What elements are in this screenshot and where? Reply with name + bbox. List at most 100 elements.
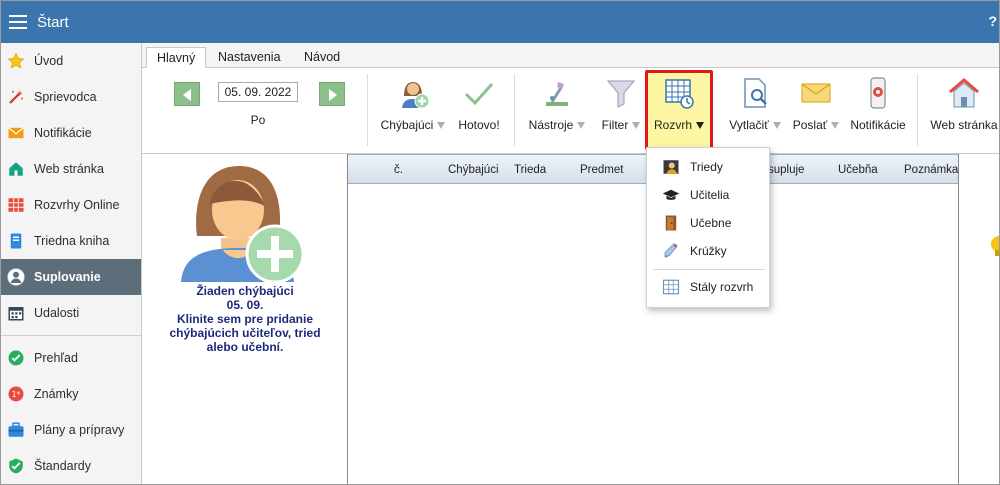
club-icon [662, 242, 680, 260]
vytlacit-label: Vytlačiť [729, 118, 769, 132]
notifikacie-label: Notifikácie [850, 118, 906, 132]
hotovo-button[interactable]: Hotovo! [456, 74, 502, 148]
menu-item-ucebne[interactable]: Učebne [647, 209, 769, 237]
sidebar-item-label: Prehľad [34, 351, 78, 365]
date-input[interactable] [218, 82, 298, 102]
sidebar-item-notifikacie[interactable]: Notifikácie [1, 115, 141, 151]
right-panel [959, 154, 999, 484]
column-header[interactable]: Predmet [580, 164, 623, 176]
column-header[interactable]: Trieda [514, 164, 546, 176]
chevron-down-icon[interactable] [772, 122, 781, 130]
menu-divider [653, 269, 765, 270]
menu-item-staly-rozvrh[interactable]: Stály rozvrh [647, 273, 769, 301]
empty-state-date: 05. 09. [226, 298, 264, 312]
add-user-icon [396, 76, 430, 110]
chevron-down-icon[interactable] [696, 122, 704, 130]
sidebar-item-plany[interactable]: Plány a prípravy [1, 412, 141, 448]
print-preview-icon [738, 76, 772, 110]
menu-item-label: Učitelia [690, 188, 730, 202]
envelope-icon [7, 124, 25, 142]
empty-state-hint: chýbajúcich učiteľov, tried [169, 326, 321, 340]
svg-text:1*: 1* [12, 390, 21, 399]
menu-item-label: Učebne [690, 216, 732, 230]
title-bar: Štart ? [1, 1, 999, 43]
app-title: Štart [37, 13, 69, 31]
ribbon-divider [367, 74, 368, 146]
mobile-notification-icon [861, 76, 895, 110]
column-header[interactable]: Poznámka [904, 164, 958, 176]
chevron-down-icon[interactable] [831, 122, 840, 130]
column-header[interactable]: Učebňa [838, 164, 878, 176]
nastroje-button[interactable]: Nástroje [525, 74, 589, 148]
column-header[interactable]: Chýbajúci [448, 164, 499, 176]
previous-day-button[interactable] [174, 82, 200, 106]
column-header[interactable]: č. [394, 164, 403, 176]
tab-hlavny[interactable]: Hlavný [146, 47, 207, 68]
briefcase-icon [7, 421, 25, 439]
sidebar-item-triedna-kniha[interactable]: Triedna kniha [1, 223, 141, 259]
nastroje-label: Nástroje [528, 118, 574, 132]
sidebar-item-standardy[interactable]: Štandardy [1, 448, 141, 484]
poslat-button[interactable]: Poslať [789, 74, 843, 148]
chybajuci-button[interactable]: Chýbajúci [378, 74, 448, 148]
chevron-down-icon[interactable] [577, 122, 586, 130]
sidebar-item-label: Rozvrhy Online [34, 198, 120, 212]
user-icon [7, 268, 25, 286]
sidebar-item-sprievodca[interactable]: Sprievodca [1, 79, 141, 115]
chevron-down-icon[interactable] [437, 122, 446, 130]
rozvrh-label: Rozvrh [653, 118, 692, 132]
sidebar-item-web-stranka[interactable]: Web stránka [1, 151, 141, 187]
sidebar-item-rozvrhy-online[interactable]: Rozvrhy Online [1, 187, 141, 223]
menu-item-label: Krúžky [690, 244, 727, 258]
sidebar-item-label: Sprievodca [34, 90, 97, 104]
menu-icon[interactable] [9, 15, 27, 29]
chevron-down-icon[interactable] [632, 122, 641, 130]
next-day-button[interactable] [319, 82, 345, 106]
class-icon [662, 158, 680, 176]
sidebar-item-prehlad[interactable]: Prehľad [1, 340, 141, 376]
add-missing-avatar-icon[interactable] [179, 158, 307, 284]
sidebar-item-suplovanie[interactable]: Suplovanie [1, 259, 141, 295]
menu-item-triedy[interactable]: Triedy [647, 153, 769, 181]
rozvrh-dropdown-menu: Triedy Učitelia Učebne Krúžky Stály rozv… [646, 147, 770, 308]
rozvrh-button[interactable]: Rozvrh [645, 70, 713, 150]
tab-nastavenia[interactable]: Nastavenia [208, 47, 291, 68]
sidebar-item-udalosti[interactable]: Udalosti [1, 295, 141, 331]
help-icon[interactable]: ? [988, 13, 997, 29]
filter-button[interactable]: Filter [595, 74, 647, 148]
book-icon [7, 232, 25, 250]
ribbon: Po Chýbajúci Hotovo! Nástroje [142, 68, 999, 154]
sidebar-item-label: Web stránka [34, 162, 104, 176]
day-label: Po [250, 113, 266, 127]
home-icon [947, 76, 981, 110]
sidebar-item-uvod[interactable]: Úvod [1, 43, 141, 79]
notifikacie-button[interactable]: Notifikácie [848, 74, 908, 148]
lightbulb-icon[interactable] [987, 236, 999, 263]
star-icon [7, 52, 25, 70]
sidebar-item-znamky[interactable]: 1* Známky [1, 376, 141, 412]
ribbon-divider [514, 74, 515, 146]
web-stranka-button[interactable]: Web stránka [929, 74, 999, 148]
tab-navod[interactable]: Návod [294, 47, 350, 68]
timetable-icon [7, 196, 25, 214]
menu-item-ucitelia[interactable]: Učitelia [647, 181, 769, 209]
app-window: Štart ? Úvod Sprievodca Notifikácie Web … [0, 0, 1000, 485]
vytlacit-button[interactable]: Vytlačiť [726, 74, 784, 148]
ribbon-divider [917, 74, 918, 146]
home-icon [7, 160, 25, 178]
sidebar-divider [1, 335, 141, 336]
chybajuci-label: Chýbajúci [380, 118, 434, 132]
menu-item-kruzky[interactable]: Krúžky [647, 237, 769, 265]
envelope-icon [799, 76, 833, 110]
empty-state-hint: Klinite sem pre pridanie [176, 312, 314, 326]
column-header[interactable]: supluje [768, 164, 804, 176]
menu-item-label: Triedy [690, 160, 723, 174]
poslat-label: Poslať [792, 118, 828, 132]
sidebar-item-label: Plány a prípravy [34, 423, 125, 437]
missing-panel[interactable]: Žiaden chýbajúci 05. 09. Klinite sem pre… [142, 154, 348, 484]
door-icon [662, 214, 680, 232]
sidebar-item-label: Udalosti [34, 306, 80, 320]
calendar-icon [7, 304, 25, 322]
web-stranka-label: Web stránka [930, 118, 998, 132]
checkmark-icon [462, 76, 496, 110]
